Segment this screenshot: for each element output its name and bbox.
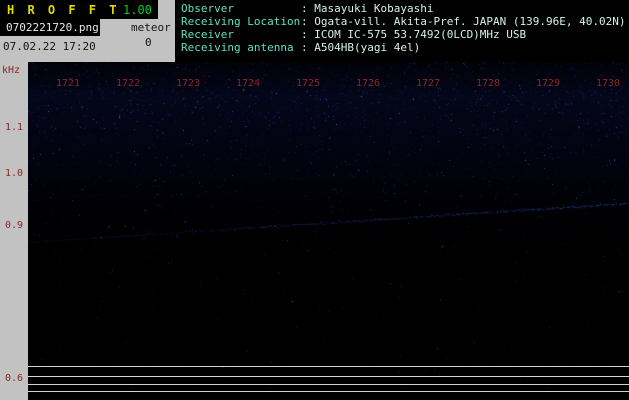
time-tick: 1724 <box>235 78 261 89</box>
station-info-label: Receiver <box>181 28 234 41</box>
spectrogram-canvas <box>28 62 629 400</box>
station-info-label: Receiving Location <box>181 15 301 28</box>
level-grid-line <box>28 376 629 377</box>
freq-tick: 0.9 <box>5 220 24 231</box>
time-tick: 1721 <box>55 78 81 89</box>
station-info-row: Receiving antenna : A504HB(yagi 4el) <box>181 42 629 54</box>
time-tick: 1730 <box>595 78 621 89</box>
freq-tick: 1.0 <box>5 168 24 179</box>
meteor-count-label: meteor <box>131 21 171 34</box>
app-version: 1.00 <box>123 3 152 17</box>
output-filename: 0702221720.png <box>6 21 99 34</box>
station-info-value: : ICOM IC-575 53.7492(0LCD)MHz USB <box>301 28 527 41</box>
level-grid-line <box>28 384 629 385</box>
level-grid-line <box>28 366 629 367</box>
time-tick: 1725 <box>295 78 321 89</box>
hrofft-window: H R O F F T 1.00 0702221720.png meteor 0… <box>0 0 629 400</box>
station-info-panel: Observer : Masayuki Kobayashi Receiving L… <box>175 0 629 62</box>
station-info-value: : Masayuki Kobayashi <box>301 2 434 15</box>
time-tick: 1726 <box>355 78 381 89</box>
station-info-value: : A504HB(yagi 4el) <box>301 41 421 54</box>
app-title: H R O F F T <box>7 3 120 17</box>
freq-tick: 0.6 <box>5 373 24 384</box>
spectrogram-plot: 1721 1722 1723 1724 1725 1726 1727 1728 … <box>28 62 629 400</box>
current-datetime: 07.02.22 17:20 <box>3 40 96 53</box>
station-info-label: Receiving antenna <box>181 41 294 54</box>
time-tick: 1729 <box>535 78 561 89</box>
level-grid-line <box>28 391 629 392</box>
station-info-row: Receiver : ICOM IC-575 53.7492(0LCD)MHz U… <box>181 29 629 41</box>
freq-tick: 1.1 <box>5 122 24 133</box>
app-title-box: H R O F F T 1.00 <box>0 0 158 19</box>
station-info-value: : Ogata-vill. Akita-Pref. JAPAN (139.96E… <box>301 15 626 28</box>
time-tick: 1727 <box>415 78 441 89</box>
time-tick: 1723 <box>175 78 201 89</box>
filename-box: 0702221720.png <box>0 19 100 36</box>
time-tick: 1722 <box>115 78 141 89</box>
station-info-row: Receiving Location: Ogata-vill. Akita-Pr… <box>181 16 629 28</box>
meteor-count-value: 0 <box>145 36 152 49</box>
time-tick: 1728 <box>475 78 501 89</box>
station-info-label: Observer <box>181 2 234 15</box>
station-info-row: Observer : Masayuki Kobayashi <box>181 3 629 15</box>
freq-axis-unit: kHz <box>2 65 21 76</box>
